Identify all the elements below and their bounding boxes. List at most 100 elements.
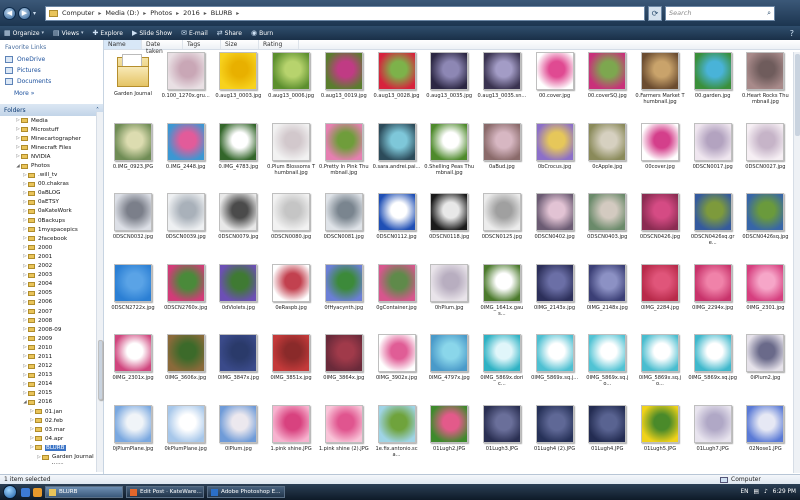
file-item[interactable]: 0.100_1270x.gru...: [161, 52, 211, 99]
file-item[interactable]: 0hPlum.jpg: [424, 263, 474, 311]
file-item[interactable]: 0.IMG_2448.jpg: [161, 122, 211, 170]
browser-icon[interactable]: [33, 487, 42, 497]
folder-tree-item[interactable]: ▷ BLURB: [0, 443, 103, 452]
file-item[interactable]: 0IMG_2143x.jpg: [530, 263, 580, 311]
file-item[interactable]: 00.cover.jpg: [530, 52, 580, 99]
column-header-name[interactable]: Name: [104, 40, 142, 49]
folder-tree-item[interactable]: ▷ 2006: [0, 298, 103, 307]
column-header-rating[interactable]: Rating: [259, 40, 299, 49]
recent-pages-dropdown[interactable]: ▾: [33, 10, 41, 17]
file-item[interactable]: 0IMG_3864x.jpg: [319, 334, 369, 381]
file-item[interactable]: 0DSCN0402.jpg: [530, 193, 580, 240]
folder-tree-item[interactable]: ▷ 00.chakras: [0, 180, 103, 189]
file-item[interactable]: 0bCrocus.jpg: [530, 122, 580, 170]
folder-tree-item[interactable]: ▷ 2000: [0, 243, 103, 252]
file-item[interactable]: 0IMG_3606x.jpg: [161, 334, 211, 381]
file-item[interactable]: 0DSCN0039.jpg: [161, 193, 211, 240]
chevron-right-icon[interactable]: ▸: [204, 10, 207, 17]
file-item[interactable]: 0.aug13_0003.jpg: [213, 52, 263, 99]
file-item[interactable]: 0DSCN0403.jpg: [582, 193, 632, 240]
file-item[interactable]: 0IMG_5869x.doric...: [477, 334, 527, 387]
file-item[interactable]: 0.aug13_0019.jpg: [319, 52, 369, 99]
file-item[interactable]: 0.IMG_0923.JPG: [108, 122, 158, 170]
folder-tree-item[interactable]: ▷ 2013: [0, 371, 103, 380]
folder-tree-item[interactable]: ▷ 0Backups: [0, 216, 103, 225]
file-item[interactable]: 0IMG_2148x.jpg: [582, 263, 632, 311]
file-item[interactable]: 0IMG_2294x.jpg: [688, 263, 738, 311]
file-item[interactable]: 0DSCN0125.jpg: [477, 193, 527, 240]
folder-tree-item[interactable]: ▷ 2001: [0, 252, 103, 261]
file-item[interactable]: 01Lugh5.JPG: [635, 404, 685, 452]
language-indicator[interactable]: EN: [740, 489, 748, 495]
file-item[interactable]: 0IMG_2301x.jpg: [108, 334, 158, 381]
file-item[interactable]: 0DSCN0017.jpg: [688, 122, 738, 170]
file-item[interactable]: 0DSCN2722x.jpg: [108, 263, 158, 311]
file-item[interactable]: 0IMG_5869x.sq.j...: [530, 334, 580, 381]
file-item[interactable]: 0.aug13_0035.jpg: [424, 52, 474, 99]
file-item[interactable]: 0DSCN0079.jpg: [213, 193, 263, 240]
scrollbar-thumb[interactable]: [795, 54, 800, 136]
file-item[interactable]: 0DSCN0426sq.gre...: [688, 193, 738, 246]
folder-tree-item[interactable]: ▷ 2008-09: [0, 325, 103, 334]
breadcrumb-item[interactable]: Media (D:): [105, 9, 139, 17]
folder-tree-item[interactable]: ◢ Photos: [0, 161, 103, 170]
file-item[interactable]: 0.IMG_4783.jpg: [213, 122, 263, 170]
file-item[interactable]: 0DSCN0118.jpg: [424, 193, 474, 240]
folders-toggle[interactable]: Folders ˄: [0, 104, 103, 116]
folder-tree-item[interactable]: ▷ 04.apr: [0, 434, 103, 443]
breadcrumb[interactable]: Computer ▸ Media (D:) ▸ Photos ▸ 2016 ▸ BLURB ▸: [45, 5, 645, 21]
file-item[interactable]: 01Lugh2.JPG: [424, 404, 474, 452]
file-item[interactable]: 0.sara.andrei.pai...: [372, 122, 422, 170]
file-item[interactable]: 0DSCN0426.jpg: [635, 193, 685, 240]
file-item[interactable]: 00.garden.jpg: [688, 52, 738, 99]
folder-tree-item[interactable]: ▷ 0aBLOG: [0, 189, 103, 198]
file-item[interactable]: 1.pink shine (2).JPG: [319, 404, 369, 452]
column-header-tags[interactable]: Tags: [183, 40, 221, 49]
file-item[interactable]: 0DSCN0081.jpg: [319, 193, 369, 240]
file-item[interactable]: 0DSCN0032.jpg: [108, 193, 158, 240]
file-item[interactable]: 0gContainer.jpg: [372, 263, 422, 311]
favorite-link[interactable]: OneDrive: [0, 54, 103, 65]
toolbar-burn-button[interactable]: ◉ Burn: [251, 29, 273, 37]
file-item[interactable]: 0.Shelling Peas Thumbnail.jpg: [424, 122, 474, 176]
toolbar-share-button[interactable]: ⇄ Share: [217, 29, 242, 37]
file-item[interactable]: 0kPlumPlane.jpg: [161, 404, 211, 452]
folder-tree-item[interactable]: ▷ 2011: [0, 352, 103, 361]
folder-tree-item[interactable]: ▷ 2facebook: [0, 234, 103, 243]
folder-tree-item[interactable]: ▷ 2005: [0, 289, 103, 298]
file-item[interactable]: 0.Heart Rocks Thumbnail.jpg: [740, 52, 790, 105]
clock[interactable]: 6:29 PM: [773, 489, 796, 495]
file-item[interactable]: 0IMG_2301.jpg: [740, 263, 790, 311]
folder-tree-item[interactable]: ▷ 2007: [0, 307, 103, 316]
folder-tree-item[interactable]: ▷ Garden Journal: [0, 452, 103, 461]
folder-tree-item[interactable]: ▷ 2014: [0, 380, 103, 389]
file-item[interactable]: 0IMG_5869x.sq.jpg: [688, 334, 738, 381]
file-item[interactable]: 0IMG_5869x.sq.jo...: [582, 334, 632, 387]
file-item[interactable]: Garden Journal: [108, 52, 158, 97]
file-item[interactable]: 0.Plum Blossoms Thumbnail.jpg: [266, 122, 316, 176]
breadcrumb-item[interactable]: 2016: [183, 9, 200, 17]
file-item[interactable]: 0fHyacynth.jpg: [319, 263, 369, 311]
file-item[interactable]: 0jPlumPlane.jpg: [108, 404, 158, 452]
file-item[interactable]: 01Lugh4 (2).JPG: [530, 404, 580, 452]
file-item[interactable]: 0lPlum.jpg: [213, 404, 263, 452]
file-item[interactable]: 0iPlum2.jpg: [740, 334, 790, 381]
favorite-link[interactable]: Pictures: [0, 65, 103, 76]
folder-tree-item[interactable]: ▷ 01.jan: [0, 407, 103, 416]
folder-tree-item[interactable]: ▷ 1myspacepics: [0, 225, 103, 234]
file-item[interactable]: 0IMG_3851x.jpg: [266, 334, 316, 381]
file-item[interactable]: 0DSCN0112.jpg: [372, 193, 422, 240]
folder-tree-item[interactable]: ▷ 0aKateWork: [0, 207, 103, 216]
folder-tree-item[interactable]: ▷ Media: [0, 116, 103, 125]
breadcrumb-item[interactable]: BLURB: [211, 9, 233, 17]
folder-tree-item[interactable]: ▷ 2009: [0, 334, 103, 343]
file-item[interactable]: 0IMG_1641x.gaus...: [477, 263, 527, 317]
file-item[interactable]: 0IMG_2284.jpg: [635, 263, 685, 311]
folder-tree-item[interactable]: ▷ 2008: [0, 316, 103, 325]
file-item[interactable]: 1.pink shine.JPG: [266, 404, 316, 452]
folder-tree-item[interactable]: ▷ 2010: [0, 343, 103, 352]
network-icon[interactable]: ▤: [753, 489, 758, 495]
breadcrumb-item[interactable]: Photos: [150, 9, 172, 17]
chevron-right-icon[interactable]: ▸: [143, 10, 146, 17]
file-item[interactable]: 0IMG_5869x.sq.jo...: [635, 334, 685, 387]
